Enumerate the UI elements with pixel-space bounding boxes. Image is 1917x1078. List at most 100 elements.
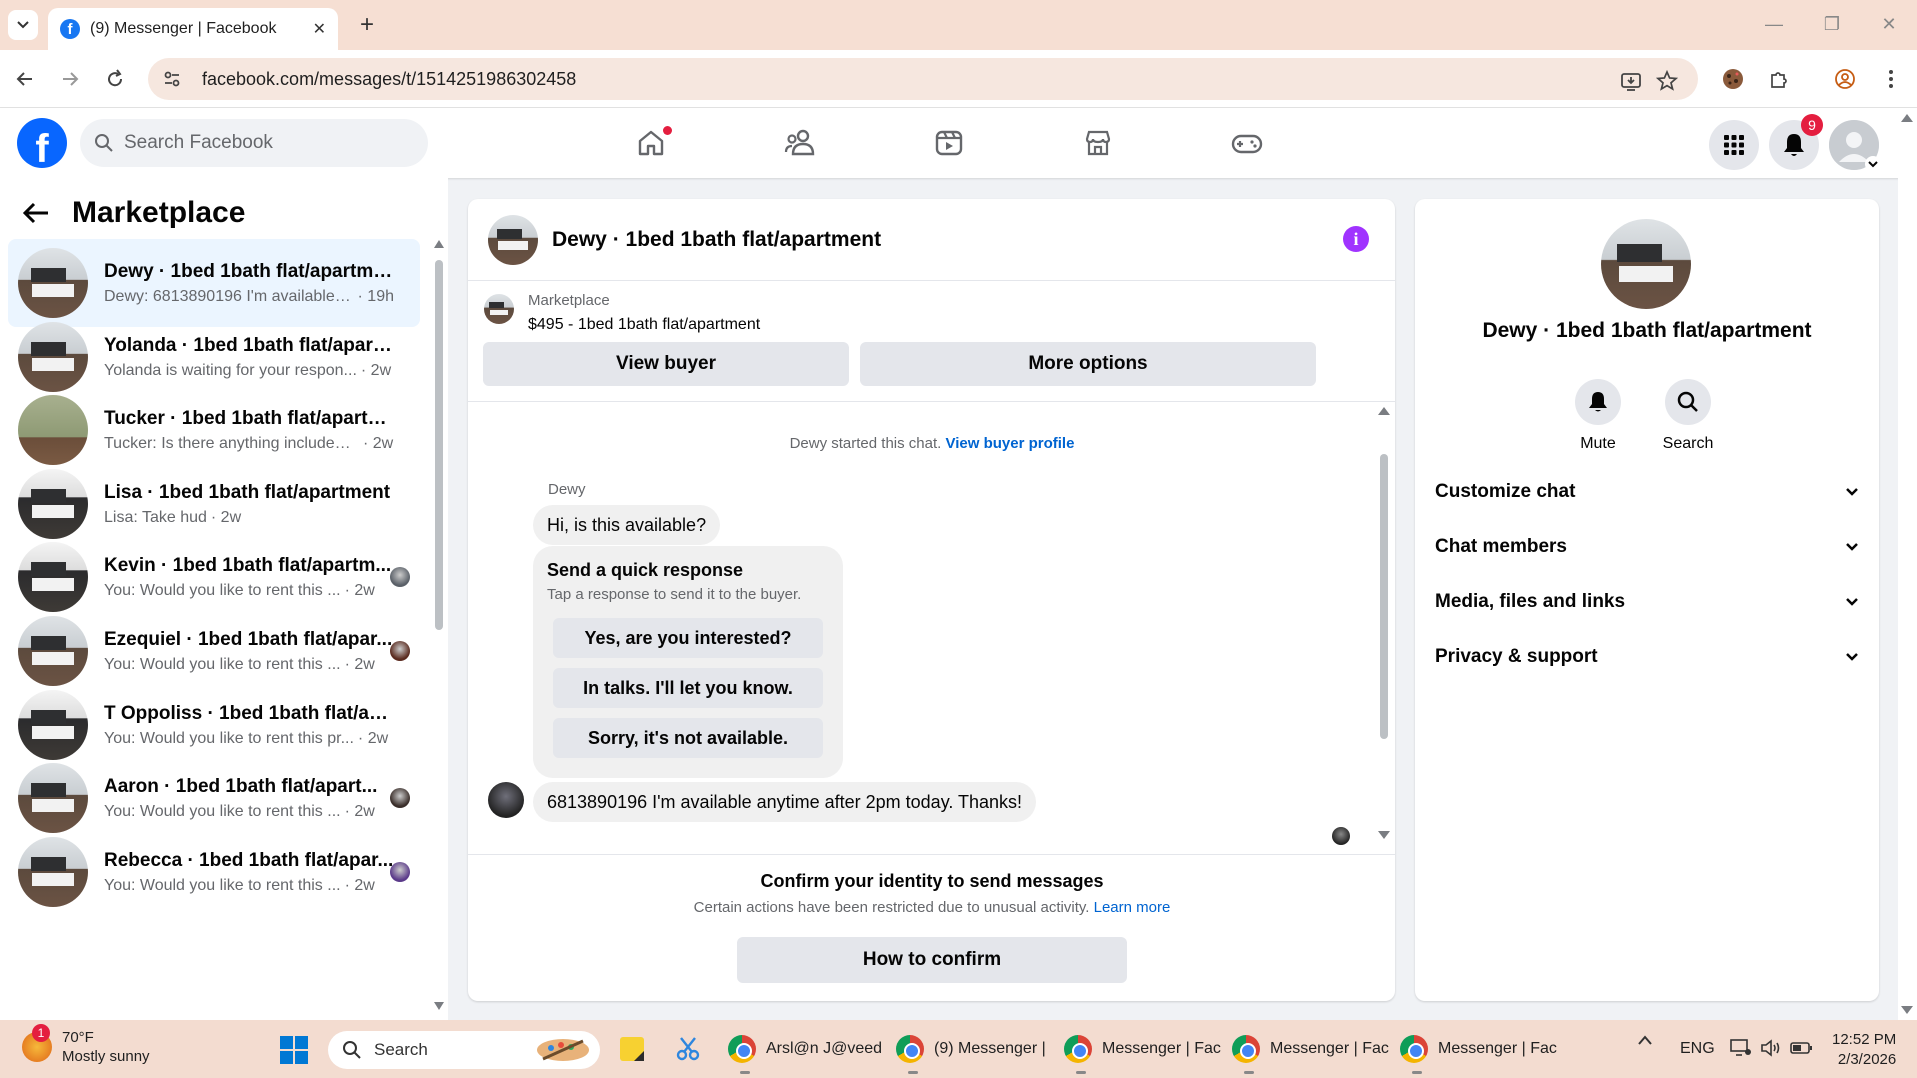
back-arrow-icon[interactable] [22, 201, 50, 225]
taskbar-search[interactable]: Search [328, 1031, 600, 1069]
new-tab-button[interactable]: + [352, 10, 382, 40]
friends-nav-button[interactable] [776, 120, 824, 166]
conversation-time: · 2w [344, 581, 375, 599]
info-icon[interactable]: i [1343, 226, 1369, 252]
minimize-button[interactable]: — [1754, 8, 1794, 40]
listing-thumbnail [18, 469, 88, 539]
chat-scrollbar[interactable] [1378, 407, 1390, 847]
notifications-button[interactable]: 9 [1769, 114, 1823, 170]
system-clock[interactable]: 12:52 PM 2/3/2026 [1832, 1030, 1896, 1070]
conversation-name: Tucker · 1bed 1bath flat/apartme... [104, 407, 394, 429]
taskbar-chrome-app[interactable]: Messenger | Fac [1400, 1030, 1557, 1074]
conversation-name: Ezequiel · 1bed 1bath flat/apar... [104, 628, 393, 650]
listing-thumbnail [18, 248, 88, 318]
battery-icon[interactable] [1790, 1038, 1814, 1058]
mute-action[interactable]: Mute [1558, 379, 1638, 453]
forward-button[interactable] [55, 64, 85, 94]
facebook-logo-icon[interactable]: f [17, 118, 67, 168]
quick-response-yes-button[interactable]: Yes, are you interested? [553, 618, 823, 658]
message-bubble[interactable]: Hi, is this available? [533, 505, 721, 545]
tab-search-dropdown[interactable] [8, 10, 38, 40]
sidebar-title: Marketplace [72, 196, 246, 229]
snipping-tool-app[interactable] [673, 1030, 703, 1068]
learn-more-link[interactable]: Learn more [1094, 899, 1171, 916]
arrow-left-icon [16, 72, 32, 86]
browser-menu-icon[interactable] [1876, 64, 1906, 94]
media-files-links-section[interactable]: Media, files and links [1435, 580, 1859, 624]
chat-scroll-thumb[interactable] [1380, 454, 1388, 739]
how-to-confirm-button[interactable]: How to confirm [737, 937, 1127, 983]
site-settings-icon[interactable] [162, 69, 182, 89]
sidebar-scrollbar[interactable] [434, 240, 444, 1010]
confirm-description: Certain actions have been restricted due… [468, 899, 1395, 916]
taskbar-chrome-app[interactable]: (9) Messenger | [896, 1030, 1046, 1074]
sidebar-scroll-thumb[interactable] [435, 260, 443, 630]
view-buyer-button[interactable]: View buyer [483, 342, 849, 386]
account-avatar-button[interactable] [1829, 120, 1881, 172]
chat-header[interactable]: Dewy · 1bed 1bath flat/apartment i [468, 199, 1395, 281]
confirm-desc-text: Certain actions have been restricted due… [693, 899, 1090, 916]
message-bubble[interactable]: 6813890196 I'm available anytime after 2… [533, 782, 1037, 822]
sidebar-header: Marketplace [22, 196, 245, 230]
section-label: Privacy & support [1435, 646, 1598, 667]
taskbar-chrome-app[interactable]: Messenger | Fac [1064, 1030, 1221, 1074]
close-window-button[interactable]: ✕ [1869, 8, 1909, 40]
view-buyer-profile-link[interactable]: View buyer profile [945, 435, 1074, 452]
more-options-button[interactable]: More options [860, 342, 1316, 386]
reload-icon [108, 69, 123, 87]
weather-widget[interactable]: 1 70°F Mostly sunny [22, 1024, 150, 1066]
scroll-up-icon[interactable] [434, 240, 444, 248]
privacy-support-section[interactable]: Privacy & support [1435, 635, 1859, 679]
tray-overflow-icon[interactable] [1637, 1034, 1653, 1046]
search-placeholder: Search Facebook [124, 132, 273, 153]
conversation-preview: Dewy: 6813890196 I'm available a... [104, 287, 354, 305]
video-icon [935, 130, 963, 156]
marketplace-nav-button[interactable] [1074, 120, 1122, 166]
cookie-extension-icon[interactable] [1718, 64, 1748, 94]
reload-button[interactable] [100, 64, 130, 94]
profile-icon[interactable] [1830, 64, 1860, 94]
taskbar-chrome-app[interactable]: Arsl@n J@veed [728, 1030, 883, 1074]
facebook-search-input[interactable]: Search Facebook [80, 119, 428, 167]
browser-tab[interactable]: f (9) Messenger | Facebook ✕ [48, 8, 338, 50]
chat-members-section[interactable]: Chat members [1435, 525, 1859, 569]
listing-title[interactable]: $495 - 1bed 1bath flat/apartment [528, 316, 760, 334]
bookmark-star-icon[interactable] [1654, 68, 1680, 94]
conversation-row[interactable]: Rebecca · 1bed 1bath flat/apar... You: Wo… [8, 828, 420, 916]
install-app-icon[interactable] [1618, 68, 1644, 94]
close-tab-icon[interactable]: ✕ [313, 19, 326, 39]
taskbar-chrome-app[interactable]: Messenger | Fac [1232, 1030, 1389, 1074]
page-scrollbar[interactable] [1898, 108, 1917, 1020]
marketplace-icon [1085, 130, 1111, 156]
back-button[interactable] [10, 64, 40, 94]
chrome-icon [896, 1035, 924, 1063]
windows-start-icon[interactable] [280, 1036, 308, 1064]
scroll-down-icon[interactable] [1901, 1006, 1913, 1014]
restore-button[interactable]: ❐ [1812, 8, 1852, 40]
conversation-preview: You: Would you like to rent this pr... [104, 729, 354, 747]
quick-response-talks-button[interactable]: In talks. I'll let you know. [553, 668, 823, 708]
started-text: Dewy started this chat. [789, 435, 942, 452]
gaming-nav-button[interactable] [1223, 120, 1271, 166]
network-icon[interactable] [1730, 1038, 1752, 1058]
volume-icon[interactable] [1760, 1038, 1782, 1058]
search-action[interactable]: Search [1648, 379, 1728, 453]
scroll-down-icon[interactable] [1378, 831, 1390, 839]
address-bar[interactable]: facebook.com/messages/t/1514251986302458 [148, 58, 1698, 100]
mute-button[interactable] [1575, 379, 1621, 425]
quick-response-unavailable-button[interactable]: Sorry, it's not available. [553, 718, 823, 758]
video-nav-button[interactable] [925, 120, 973, 166]
taskbar-app-label: Arsl@n J@veed [766, 1040, 883, 1057]
scroll-up-icon[interactable] [1901, 114, 1913, 122]
customize-chat-section[interactable]: Customize chat [1435, 470, 1859, 514]
scroll-up-icon[interactable] [1378, 407, 1390, 415]
language-indicator[interactable]: ENG [1680, 1040, 1715, 1058]
sender-avatar[interactable] [488, 782, 524, 818]
scroll-down-icon[interactable] [434, 1002, 444, 1010]
search-in-chat-button[interactable] [1665, 379, 1711, 425]
extensions-puzzle-icon[interactable] [1764, 64, 1794, 94]
sticky-notes-app[interactable] [618, 1030, 646, 1068]
home-nav-button[interactable] [627, 120, 675, 166]
menu-grid-button[interactable] [1709, 120, 1759, 170]
conversation-preview: You: Would you like to rent this ... [104, 581, 341, 599]
